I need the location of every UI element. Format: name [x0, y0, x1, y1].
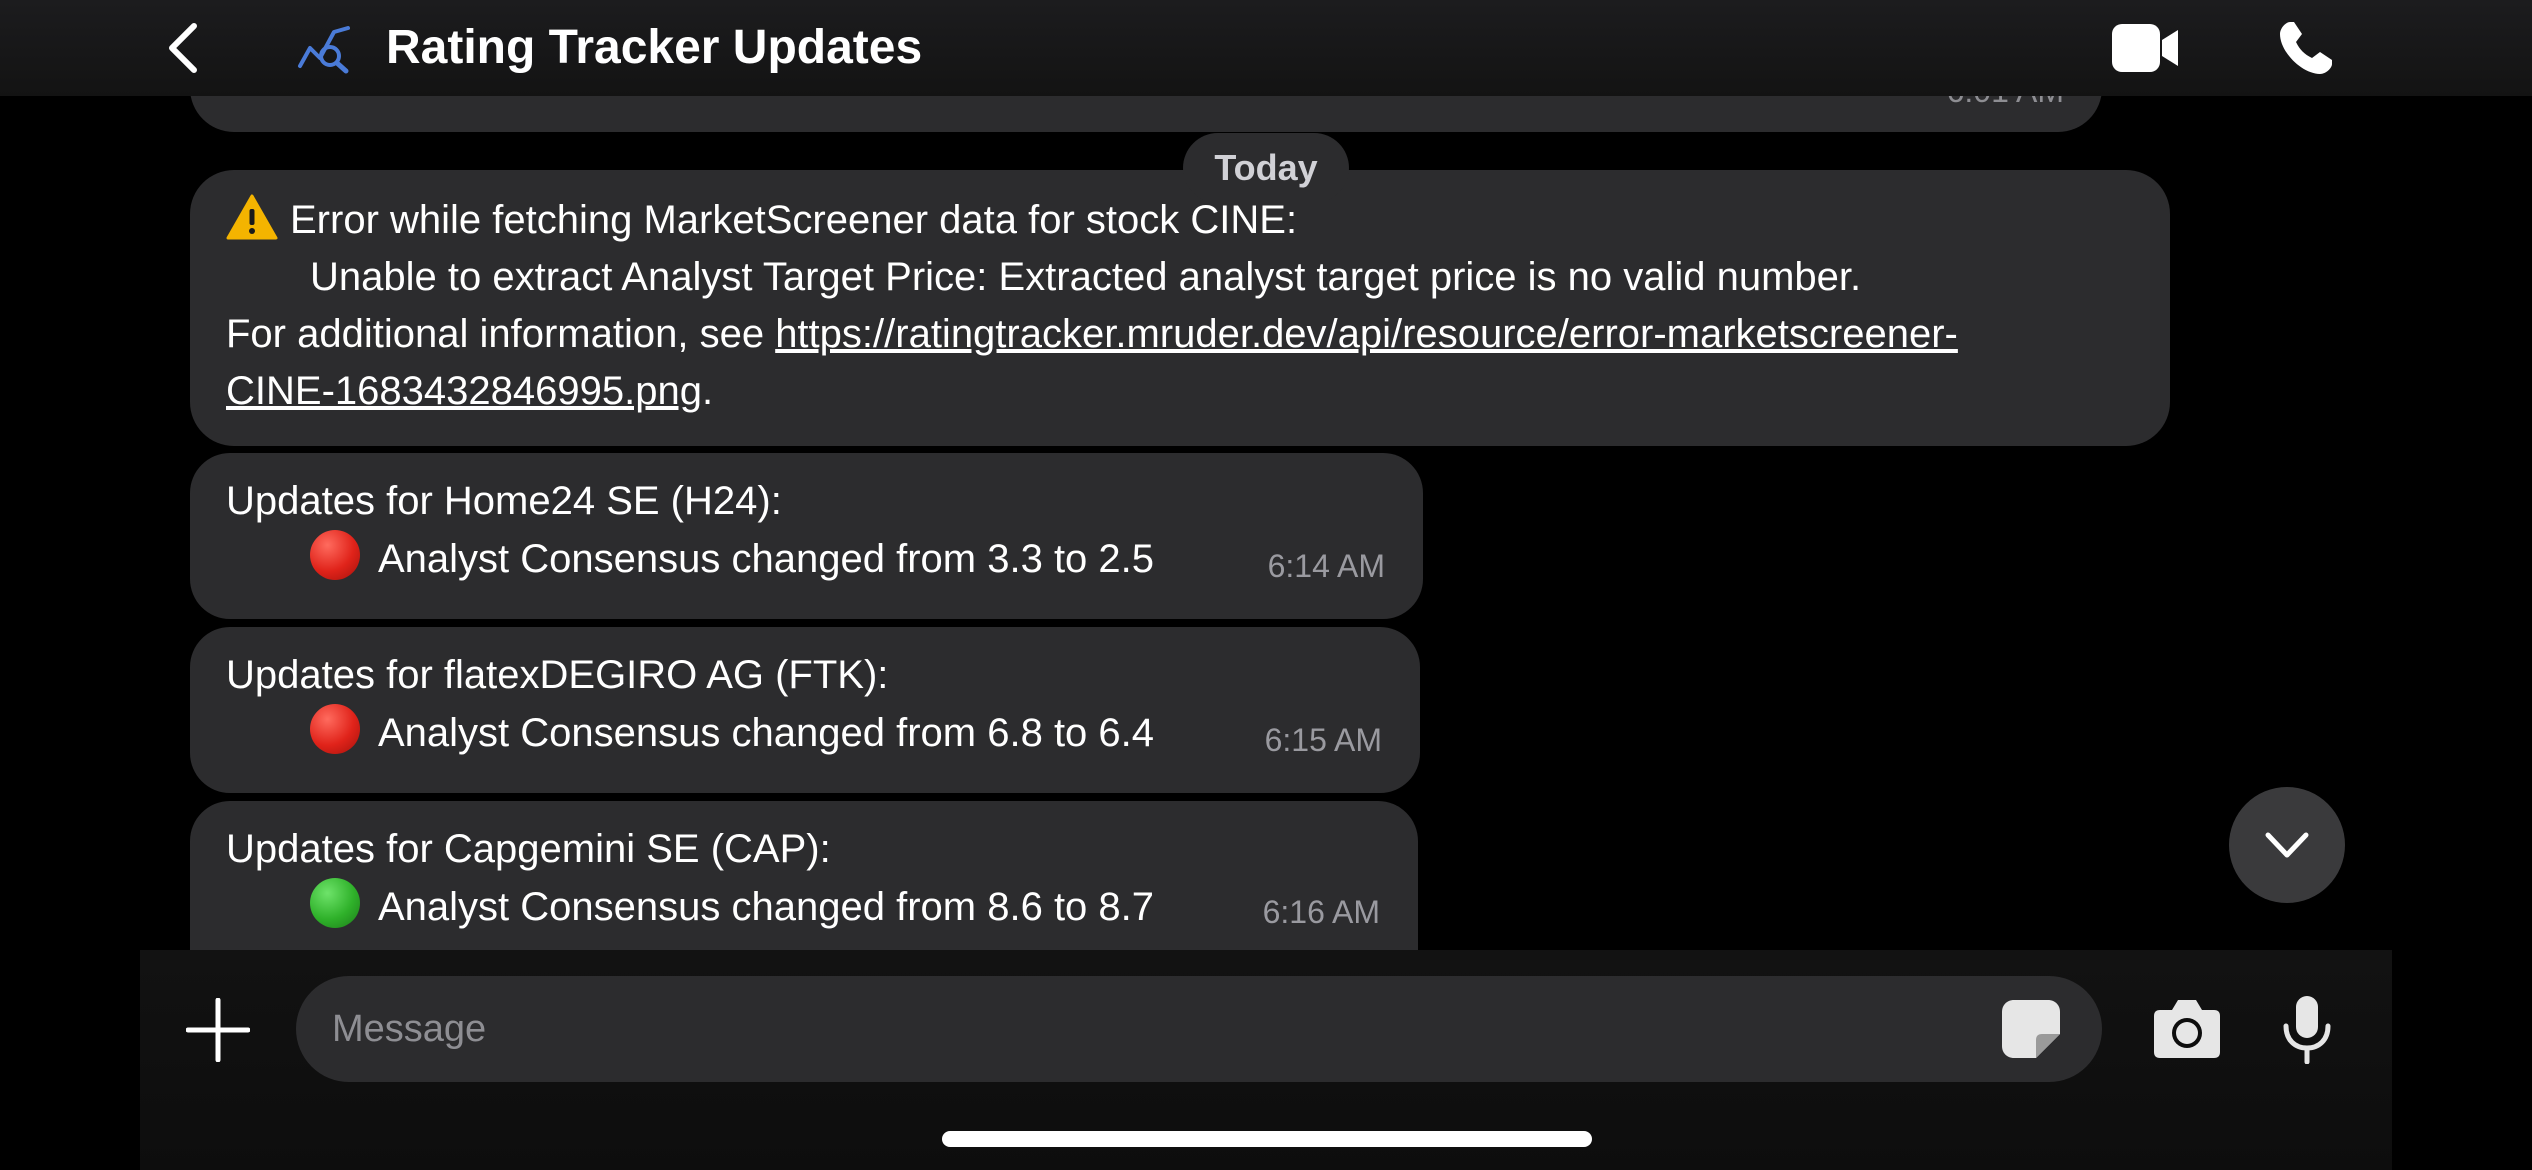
date-separator: Today: [1183, 133, 1349, 203]
microphone-button[interactable]: [2280, 994, 2334, 1065]
voice-call-button[interactable]: [2276, 18, 2336, 78]
update-title: Updates for flatexDEGIRO AG (FTK):: [226, 653, 889, 697]
update-change-text: Analyst Consensus changed from 8.6 to 8.…: [378, 885, 1155, 929]
scroll-to-bottom-button[interactable]: [2229, 787, 2345, 903]
error-line-3-suffix: .: [701, 369, 714, 413]
chat-header: Rating Tracker Updates: [0, 0, 2532, 96]
red-circle-icon: [310, 530, 360, 580]
red-circle-icon: [310, 704, 360, 754]
sticker-icon: [2002, 1000, 2060, 1058]
attach-button[interactable]: [185, 997, 251, 1063]
message-input[interactable]: [296, 976, 2102, 1082]
message-time: 6:16 AM: [1262, 894, 1380, 930]
update-change-line: Analyst Consensus changed from 8.6 to 8.…: [226, 878, 1382, 935]
home-indicator[interactable]: [942, 1131, 1592, 1147]
sticker-button[interactable]: [2000, 998, 2062, 1060]
message-time: 6:14 AM: [1267, 548, 1385, 584]
update-change-text: Analyst Consensus changed from 3.3 to 2.…: [378, 537, 1155, 581]
chevron-left-icon: [169, 23, 197, 73]
chart-search-icon: [296, 24, 352, 74]
update-title: Updates for Home24 SE (H24):: [226, 479, 782, 523]
update-message-bubble: Updates for Capgemini SE (CAP): Analyst …: [190, 801, 1418, 951]
error-link-part-2[interactable]: CINE-1683432846995.png: [226, 369, 702, 413]
microphone-icon: [2283, 996, 2331, 1065]
message-time: 6:15 AM: [1264, 722, 1382, 758]
chat-title[interactable]: Rating Tracker Updates: [386, 20, 922, 76]
update-message-bubble: Updates for Home24 SE (H24): Analyst Con…: [190, 453, 1423, 619]
video-call-button[interactable]: [2110, 22, 2180, 74]
chevron-down-icon: [2265, 832, 2309, 858]
update-title: Updates for Capgemini SE (CAP):: [226, 827, 831, 871]
green-circle-icon: [310, 878, 360, 928]
plus-icon: [185, 997, 251, 1063]
update-change-line: Analyst Consensus changed from 3.3 to 2.…: [226, 530, 1387, 587]
back-button[interactable]: [160, 18, 204, 78]
update-change-line: Analyst Consensus changed from 6.8 to 6.…: [226, 704, 1384, 761]
error-heading: Error while fetching MarketScreener data…: [226, 192, 2134, 249]
phone-icon: [2280, 22, 2332, 74]
error-line-3-prefix: For additional information, see: [226, 312, 776, 356]
update-message-bubble: Updates for flatexDEGIRO AG (FTK): Analy…: [190, 627, 1420, 793]
error-line-3: For additional information, see https://…: [226, 306, 2134, 363]
error-line-1: Error while fetching MarketScreener data…: [290, 198, 1298, 242]
error-link-part-1[interactable]: https://ratingtracker.mruder.dev/api/res…: [775, 312, 1958, 356]
update-change-text: Analyst Consensus changed from 6.8 to 6.…: [378, 711, 1155, 755]
error-message-bubble: Error while fetching MarketScreener data…: [190, 170, 2170, 446]
error-line-2: Unable to extract Analyst Target Price: …: [310, 255, 1862, 299]
error-line-4: CINE-1683432846995.png.: [226, 363, 2134, 420]
video-camera-icon: [2112, 24, 2178, 72]
camera-icon: [2154, 1000, 2220, 1058]
camera-button[interactable]: [2152, 996, 2222, 1060]
warning-icon: [226, 194, 278, 240]
